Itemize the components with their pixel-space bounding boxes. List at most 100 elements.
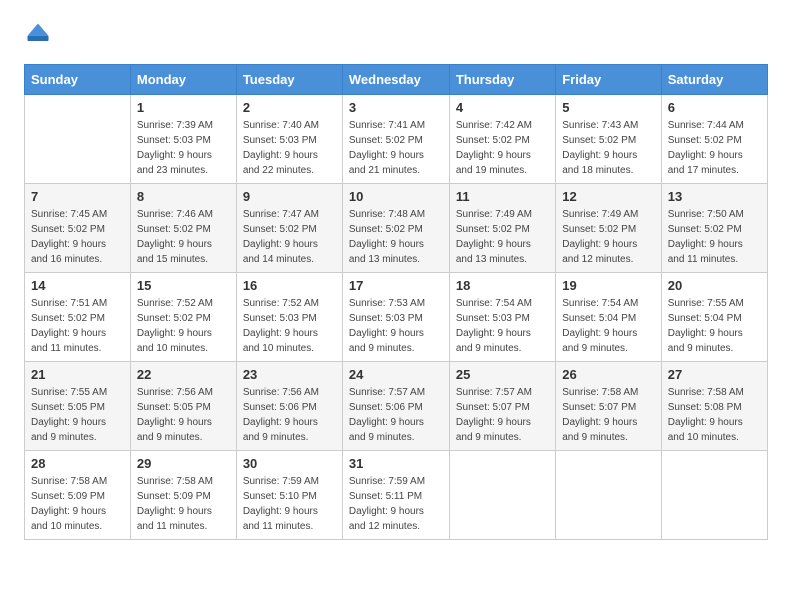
sunset-text: Sunset: 5:03 PM <box>243 133 336 148</box>
day-number: 26 <box>562 367 655 382</box>
calendar-week-row: 1 Sunrise: 7:39 AMSunset: 5:03 PMDaylight… <box>25 95 768 184</box>
sunrise-text: Sunrise: 7:53 AM <box>349 296 443 311</box>
calendar-cell: 15Sunrise: 7:52 AMSunset: 5:02 PMDayligh… <box>130 273 236 362</box>
sunset-text: Sunset: 5:02 PM <box>243 222 336 237</box>
sunrise-text: Sunrise: 7:42 AM <box>456 118 549 133</box>
day-number: 11 <box>456 189 549 204</box>
day-number: 13 <box>668 189 761 204</box>
daylight-text: Daylight: 9 hours and 9 minutes. <box>31 415 124 445</box>
daylight-text: Daylight: 9 hours and 9 minutes. <box>562 326 655 356</box>
daylight-text: Daylight: 9 hours and 9 minutes. <box>668 326 761 356</box>
sunrise-text: Sunrise: 7:57 AM <box>349 385 443 400</box>
sunset-text: Sunset: 5:02 PM <box>668 222 761 237</box>
day-detail: Sunrise: 7:57 AMSunset: 5:06 PMDaylight:… <box>349 385 443 445</box>
sunrise-text: Sunrise: 7:41 AM <box>349 118 443 133</box>
daylight-text: Daylight: 9 hours and 22 minutes. <box>243 148 336 178</box>
daylight-text: Daylight: 9 hours and 23 minutes. <box>137 148 230 178</box>
day-number: 23 <box>243 367 336 382</box>
calendar-cell: 13Sunrise: 7:50 AMSunset: 5:02 PMDayligh… <box>661 184 767 273</box>
calendar-week-row: 28Sunrise: 7:58 AMSunset: 5:09 PMDayligh… <box>25 451 768 540</box>
day-number: 14 <box>31 278 124 293</box>
page-header <box>24 20 768 48</box>
daylight-text: Daylight: 9 hours and 9 minutes. <box>137 415 230 445</box>
daylight-text: Daylight: 9 hours and 18 minutes. <box>562 148 655 178</box>
calendar-cell <box>449 451 555 540</box>
day-number: 31 <box>349 456 443 471</box>
day-detail: Sunrise: 7:39 AMSunset: 5:03 PMDaylight:… <box>137 118 230 178</box>
calendar-cell: 29Sunrise: 7:58 AMSunset: 5:09 PMDayligh… <box>130 451 236 540</box>
day-number: 4 <box>456 100 549 115</box>
day-number: 18 <box>456 278 549 293</box>
day-detail: Sunrise: 7:54 AMSunset: 5:03 PMDaylight:… <box>456 296 549 356</box>
day-detail: Sunrise: 7:42 AMSunset: 5:02 PMDaylight:… <box>456 118 549 178</box>
daylight-text: Daylight: 9 hours and 13 minutes. <box>349 237 443 267</box>
calendar-cell: 23Sunrise: 7:56 AMSunset: 5:06 PMDayligh… <box>236 362 342 451</box>
daylight-text: Daylight: 9 hours and 9 minutes. <box>456 415 549 445</box>
calendar-cell: 1 Sunrise: 7:39 AMSunset: 5:03 PMDaylight… <box>130 95 236 184</box>
daylight-text: Daylight: 9 hours and 14 minutes. <box>243 237 336 267</box>
sunset-text: Sunset: 5:03 PM <box>349 311 443 326</box>
daylight-text: Daylight: 9 hours and 19 minutes. <box>456 148 549 178</box>
day-number: 25 <box>456 367 549 382</box>
sunset-text: Sunset: 5:06 PM <box>243 400 336 415</box>
sunset-text: Sunset: 5:05 PM <box>31 400 124 415</box>
daylight-text: Daylight: 9 hours and 9 minutes. <box>562 415 655 445</box>
sunset-text: Sunset: 5:08 PM <box>668 400 761 415</box>
calendar-cell <box>25 95 131 184</box>
daylight-text: Daylight: 9 hours and 10 minutes. <box>31 504 124 534</box>
day-detail: Sunrise: 7:40 AMSunset: 5:03 PMDaylight:… <box>243 118 336 178</box>
calendar-header-row: SundayMondayTuesdayWednesdayThursdayFrid… <box>25 65 768 95</box>
calendar-cell: 31Sunrise: 7:59 AMSunset: 5:11 PMDayligh… <box>342 451 449 540</box>
day-number: 27 <box>668 367 761 382</box>
calendar-cell: 20Sunrise: 7:55 AMSunset: 5:04 PMDayligh… <box>661 273 767 362</box>
sunrise-text: Sunrise: 7:58 AM <box>562 385 655 400</box>
daylight-text: Daylight: 9 hours and 15 minutes. <box>137 237 230 267</box>
calendar-cell: 24Sunrise: 7:57 AMSunset: 5:06 PMDayligh… <box>342 362 449 451</box>
day-detail: Sunrise: 7:41 AMSunset: 5:02 PMDaylight:… <box>349 118 443 178</box>
calendar-cell: 5Sunrise: 7:43 AMSunset: 5:02 PMDaylight… <box>556 95 662 184</box>
day-detail: Sunrise: 7:58 AMSunset: 5:07 PMDaylight:… <box>562 385 655 445</box>
calendar-cell: 16Sunrise: 7:52 AMSunset: 5:03 PMDayligh… <box>236 273 342 362</box>
sunset-text: Sunset: 5:03 PM <box>456 311 549 326</box>
calendar-cell: 6Sunrise: 7:44 AMSunset: 5:02 PMDaylight… <box>661 95 767 184</box>
daylight-text: Daylight: 9 hours and 10 minutes. <box>243 326 336 356</box>
calendar-cell: 18 Sunrise: 7:54 AMSunset: 5:03 PMDayligh… <box>449 273 555 362</box>
daylight-text: Daylight: 9 hours and 12 minutes. <box>562 237 655 267</box>
sunset-text: Sunset: 5:10 PM <box>243 489 336 504</box>
day-number: 21 <box>31 367 124 382</box>
calendar-cell: 28Sunrise: 7:58 AMSunset: 5:09 PMDayligh… <box>25 451 131 540</box>
day-number: 8 <box>137 189 230 204</box>
sunset-text: Sunset: 5:02 PM <box>137 311 230 326</box>
calendar-week-row: 14 Sunrise: 7:51 AMSunset: 5:02 PMDayligh… <box>25 273 768 362</box>
calendar-cell: 21Sunrise: 7:55 AMSunset: 5:05 PMDayligh… <box>25 362 131 451</box>
calendar-body: 1 Sunrise: 7:39 AMSunset: 5:03 PMDaylight… <box>25 95 768 540</box>
day-detail: Sunrise: 7:58 AMSunset: 5:09 PMDaylight:… <box>137 474 230 534</box>
day-number: 1 <box>137 100 230 115</box>
day-detail: Sunrise: 7:49 AMSunset: 5:02 PMDaylight:… <box>562 207 655 267</box>
calendar-cell: 7Sunrise: 7:45 AMSunset: 5:02 PMDaylight… <box>25 184 131 273</box>
sunrise-text: Sunrise: 7:58 AM <box>668 385 761 400</box>
calendar-header-friday: Friday <box>556 65 662 95</box>
sunset-text: Sunset: 5:02 PM <box>137 222 230 237</box>
logo <box>24 20 56 48</box>
sunset-text: Sunset: 5:02 PM <box>562 133 655 148</box>
daylight-text: Daylight: 9 hours and 11 minutes. <box>31 326 124 356</box>
day-detail: Sunrise: 7:51 AMSunset: 5:02 PMDaylight:… <box>31 296 124 356</box>
day-detail: Sunrise: 7:58 AMSunset: 5:09 PMDaylight:… <box>31 474 124 534</box>
sunrise-text: Sunrise: 7:56 AM <box>137 385 230 400</box>
day-number: 19 <box>562 278 655 293</box>
sunset-text: Sunset: 5:02 PM <box>456 222 549 237</box>
sunrise-text: Sunrise: 7:58 AM <box>31 474 124 489</box>
sunrise-text: Sunrise: 7:52 AM <box>137 296 230 311</box>
calendar-cell: 11Sunrise: 7:49 AMSunset: 5:02 PMDayligh… <box>449 184 555 273</box>
sunset-text: Sunset: 5:02 PM <box>349 222 443 237</box>
day-detail: Sunrise: 7:55 AMSunset: 5:04 PMDaylight:… <box>668 296 761 356</box>
day-detail: Sunrise: 7:57 AMSunset: 5:07 PMDaylight:… <box>456 385 549 445</box>
sunrise-text: Sunrise: 7:57 AM <box>456 385 549 400</box>
calendar-cell: 14 Sunrise: 7:51 AMSunset: 5:02 PMDayligh… <box>25 273 131 362</box>
daylight-text: Daylight: 9 hours and 21 minutes. <box>349 148 443 178</box>
calendar-week-row: 7Sunrise: 7:45 AMSunset: 5:02 PMDaylight… <box>25 184 768 273</box>
day-number: 10 <box>349 189 443 204</box>
day-detail: Sunrise: 7:56 AMSunset: 5:05 PMDaylight:… <box>137 385 230 445</box>
sunset-text: Sunset: 5:03 PM <box>137 133 230 148</box>
